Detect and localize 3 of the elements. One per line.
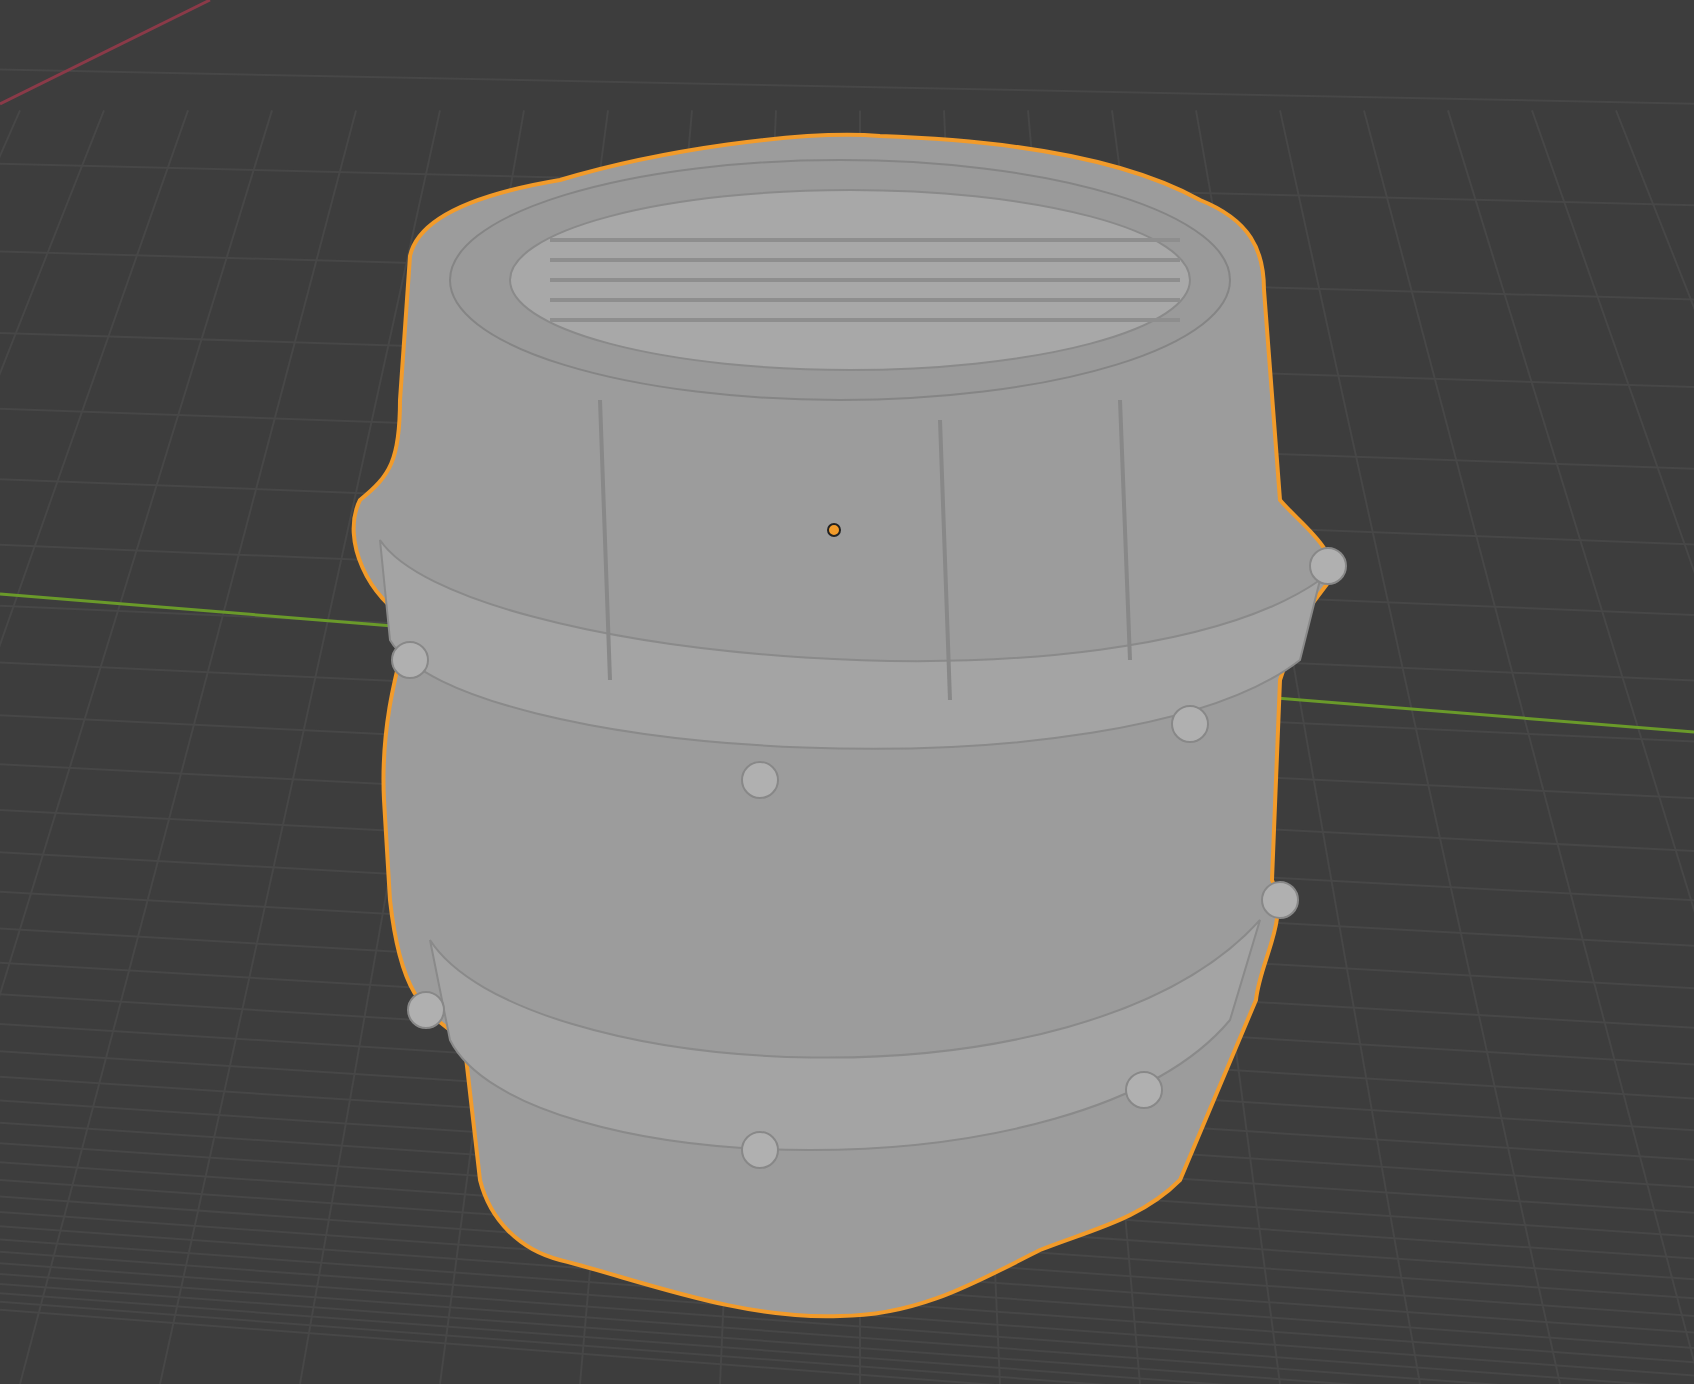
- origin-dot: [827, 523, 841, 537]
- barrel-drawing[interactable]: [351, 133, 1347, 1319]
- viewport-background[interactable]: [0, 0, 1694, 1384]
